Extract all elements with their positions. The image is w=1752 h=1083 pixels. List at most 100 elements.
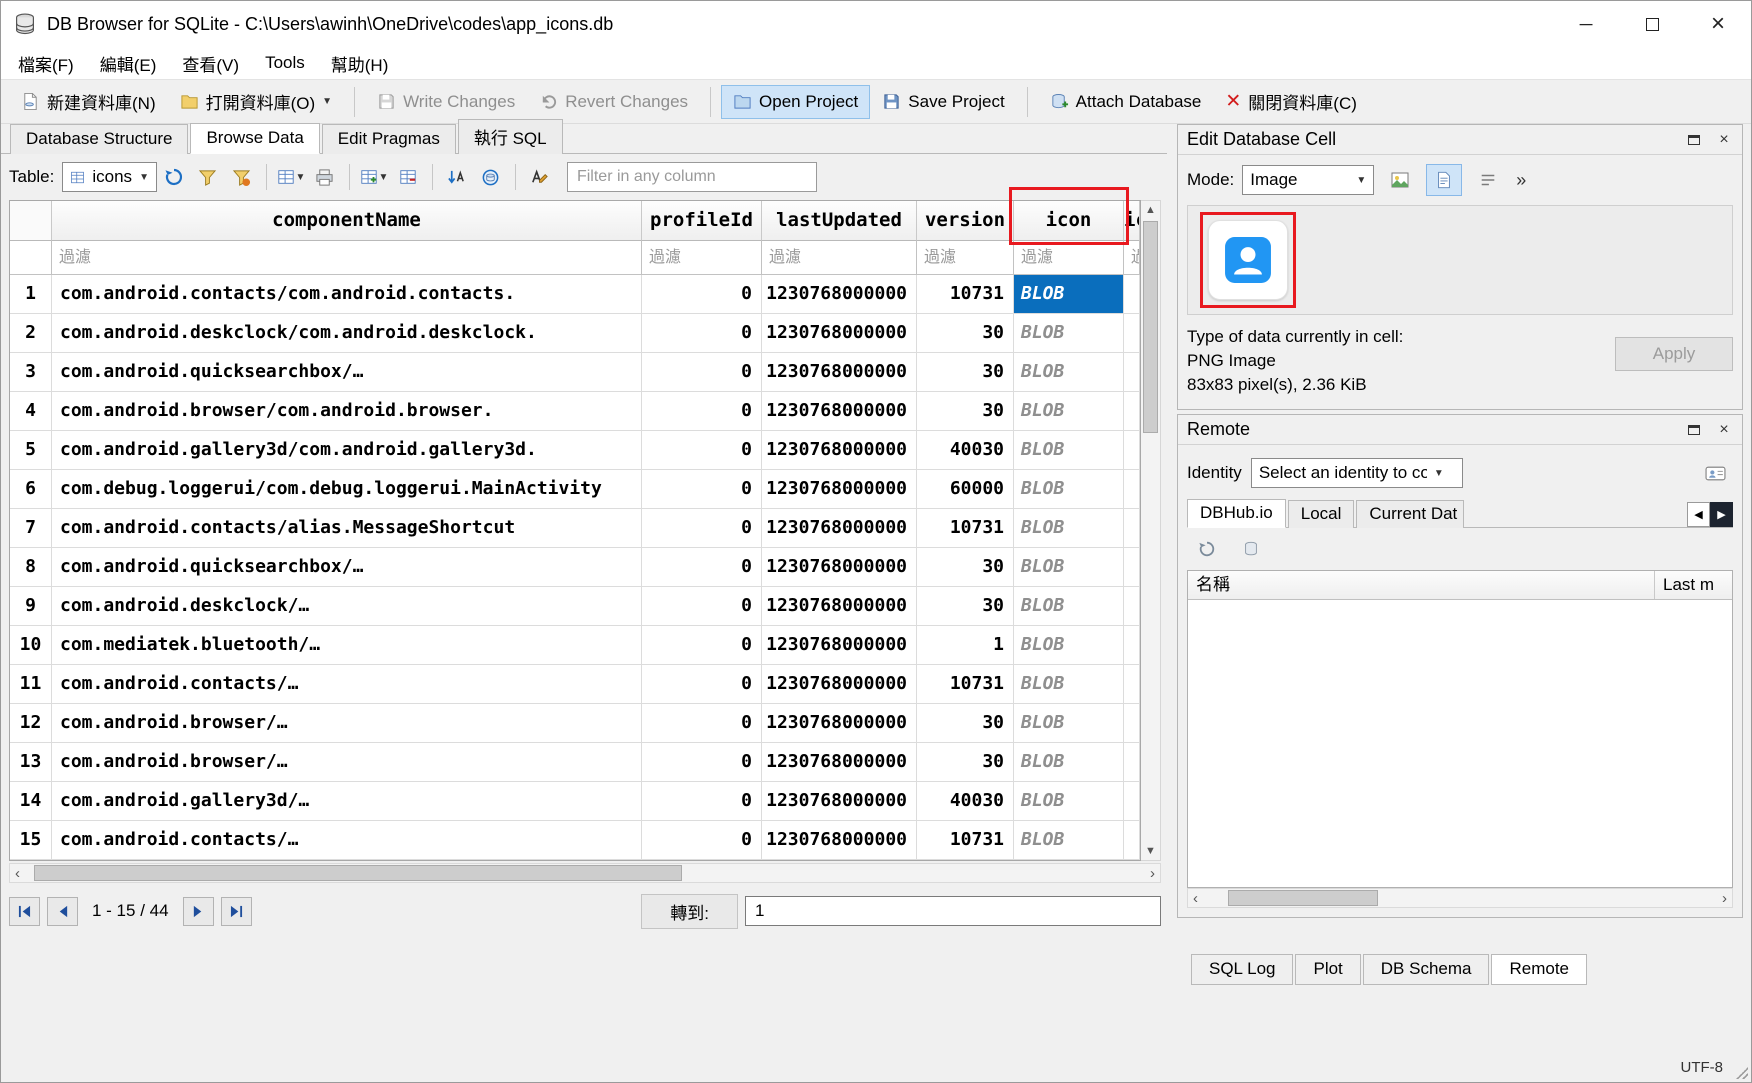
cell-componentName[interactable]: com.android.deskclock/com.android.deskcl…: [52, 314, 642, 353]
cell-profileId[interactable]: 0: [642, 665, 762, 704]
cell-lastUpdated[interactable]: 1230768000000: [762, 743, 917, 782]
open-database-dropdown-icon[interactable]: ▼: [322, 96, 332, 107]
row-number-cell[interactable]: 8: [10, 548, 52, 587]
row-number-cell[interactable]: 6: [10, 470, 52, 509]
cell-partial[interactable]: [1124, 275, 1140, 314]
tab-local[interactable]: Local: [1288, 500, 1355, 528]
cell-version[interactable]: 40030: [917, 431, 1014, 470]
filter-input-profileId[interactable]: 過濾: [642, 241, 762, 275]
horizontal-scrollbar-thumb[interactable]: [34, 865, 682, 881]
cell-lastUpdated[interactable]: 1230768000000: [762, 821, 917, 860]
filter-input-lastUpdated[interactable]: 過濾: [762, 241, 917, 275]
cell-componentName[interactable]: com.android.contacts/…: [52, 821, 642, 860]
refresh-button[interactable]: [157, 162, 191, 192]
cell-icon[interactable]: BLOB: [1014, 509, 1124, 548]
column-header-componentName[interactable]: componentName: [52, 201, 642, 241]
cell-version[interactable]: 10731: [917, 821, 1014, 860]
print-button[interactable]: [308, 162, 342, 192]
more-tools-chevron-icon[interactable]: »: [1516, 170, 1526, 191]
remote-scrollbar-thumb[interactable]: [1228, 890, 1378, 906]
cell-componentName[interactable]: com.android.browser/…: [52, 743, 642, 782]
cell-partial[interactable]: [1124, 392, 1140, 431]
cell-componentName[interactable]: com.mediatek.bluetooth/…: [52, 626, 642, 665]
close-panel-icon[interactable]: ×: [1715, 131, 1733, 149]
identity-select[interactable]: Select an identity to conne ▼: [1251, 458, 1463, 488]
filter-input-partial[interactable]: 過濾: [1124, 241, 1140, 275]
row-number-cell[interactable]: 12: [10, 704, 52, 743]
cell-profileId[interactable]: 0: [642, 275, 762, 314]
vertical-scrollbar[interactable]: ▲ ▼: [1141, 200, 1161, 861]
cell-version[interactable]: 10731: [917, 665, 1014, 704]
cell-partial[interactable]: [1124, 821, 1140, 860]
cell-profileId[interactable]: 0: [642, 470, 762, 509]
remote-column-last-modified[interactable]: Last m: [1654, 571, 1732, 599]
tab-browse-data[interactable]: Browse Data: [190, 123, 319, 154]
column-header-version[interactable]: version: [917, 201, 1014, 241]
cell-profileId[interactable]: 0: [642, 704, 762, 743]
save-table-button[interactable]: ▼: [274, 162, 308, 192]
sort-button[interactable]: [440, 162, 474, 192]
tab-database-structure[interactable]: Database Structure: [10, 124, 188, 154]
maximize-button[interactable]: [1619, 1, 1685, 47]
text-view-button[interactable]: [1426, 164, 1462, 196]
undock-panel-icon[interactable]: [1685, 131, 1703, 149]
cell-componentName[interactable]: com.android.contacts/alias.MessageShortc…: [52, 509, 642, 548]
cell-lastUpdated[interactable]: 1230768000000: [762, 665, 917, 704]
new-database-button[interactable]: 新建資料庫(N): [9, 82, 168, 121]
tab-edit-pragmas[interactable]: Edit Pragmas: [322, 124, 456, 154]
revert-changes-button[interactable]: Revert Changes: [527, 85, 700, 119]
open-cell-editor-button[interactable]: [474, 162, 508, 192]
scroll-up-icon[interactable]: ▲: [1141, 201, 1160, 219]
remote-clone-button[interactable]: [1234, 534, 1268, 564]
menu-item-edit[interactable]: 編輯(E): [87, 47, 170, 80]
cell-version[interactable]: 60000: [917, 470, 1014, 509]
remote-horizontal-scrollbar[interactable]: ‹ ›: [1187, 888, 1733, 908]
row-number-cell[interactable]: 4: [10, 392, 52, 431]
cell-icon[interactable]: BLOB: [1014, 587, 1124, 626]
scroll-left-icon[interactable]: ‹: [15, 865, 20, 882]
column-header-icon[interactable]: icon: [1014, 201, 1124, 241]
cell-componentName[interactable]: com.android.contacts/com.android.contact…: [52, 275, 642, 314]
cell-partial[interactable]: [1124, 587, 1140, 626]
write-changes-button[interactable]: Write Changes: [365, 85, 527, 119]
text-format-button[interactable]: [523, 162, 557, 192]
cell-version[interactable]: 1: [917, 626, 1014, 665]
cell-version[interactable]: 10731: [917, 509, 1014, 548]
cell-icon[interactable]: BLOB: [1014, 782, 1124, 821]
dock-tab-remote[interactable]: Remote: [1491, 954, 1587, 985]
dock-tab-db-schema[interactable]: DB Schema: [1363, 954, 1490, 985]
cell-lastUpdated[interactable]: 1230768000000: [762, 509, 917, 548]
cell-lastUpdated[interactable]: 1230768000000: [762, 470, 917, 509]
cell-partial[interactable]: [1124, 665, 1140, 704]
row-number-cell[interactable]: 11: [10, 665, 52, 704]
cell-profileId[interactable]: 0: [642, 392, 762, 431]
vertical-scrollbar-thumb[interactable]: [1143, 221, 1158, 433]
dock-tab-sql-log[interactable]: SQL Log: [1191, 954, 1293, 985]
cell-icon[interactable]: BLOB: [1014, 392, 1124, 431]
cell-componentName[interactable]: com.android.deskclock/…: [52, 587, 642, 626]
clear-filters-button[interactable]: [191, 162, 225, 192]
column-header-lastUpdated[interactable]: lastUpdated: [762, 201, 917, 241]
table-select[interactable]: icons ▼: [62, 162, 157, 192]
cell-icon[interactable]: BLOB: [1014, 821, 1124, 860]
cell-profileId[interactable]: 0: [642, 821, 762, 860]
remote-refresh-button[interactable]: [1190, 534, 1224, 564]
cell-lastUpdated[interactable]: 1230768000000: [762, 704, 917, 743]
cell-lastUpdated[interactable]: 1230768000000: [762, 782, 917, 821]
scroll-right-icon[interactable]: ›: [1150, 865, 1155, 882]
undock-panel-icon[interactable]: [1685, 421, 1703, 439]
tab-execute-sql[interactable]: 執行 SQL: [458, 119, 563, 154]
cell-icon[interactable]: BLOB: [1014, 353, 1124, 392]
cell-version[interactable]: 30: [917, 392, 1014, 431]
cell-partial[interactable]: [1124, 431, 1140, 470]
menu-item-file[interactable]: 檔案(F): [5, 47, 87, 80]
cell-version[interactable]: 10731: [917, 275, 1014, 314]
filter-input-icon[interactable]: 過濾: [1014, 241, 1124, 275]
cell-componentName[interactable]: com.android.gallery3d/…: [52, 782, 642, 821]
cell-profileId[interactable]: 0: [642, 587, 762, 626]
horizontal-scrollbar[interactable]: ‹ ›: [9, 863, 1161, 883]
dock-tab-plot[interactable]: Plot: [1295, 954, 1360, 985]
cell-componentName[interactable]: com.android.browser/com.android.browser.: [52, 392, 642, 431]
cell-partial[interactable]: [1124, 353, 1140, 392]
cell-profileId[interactable]: 0: [642, 548, 762, 587]
